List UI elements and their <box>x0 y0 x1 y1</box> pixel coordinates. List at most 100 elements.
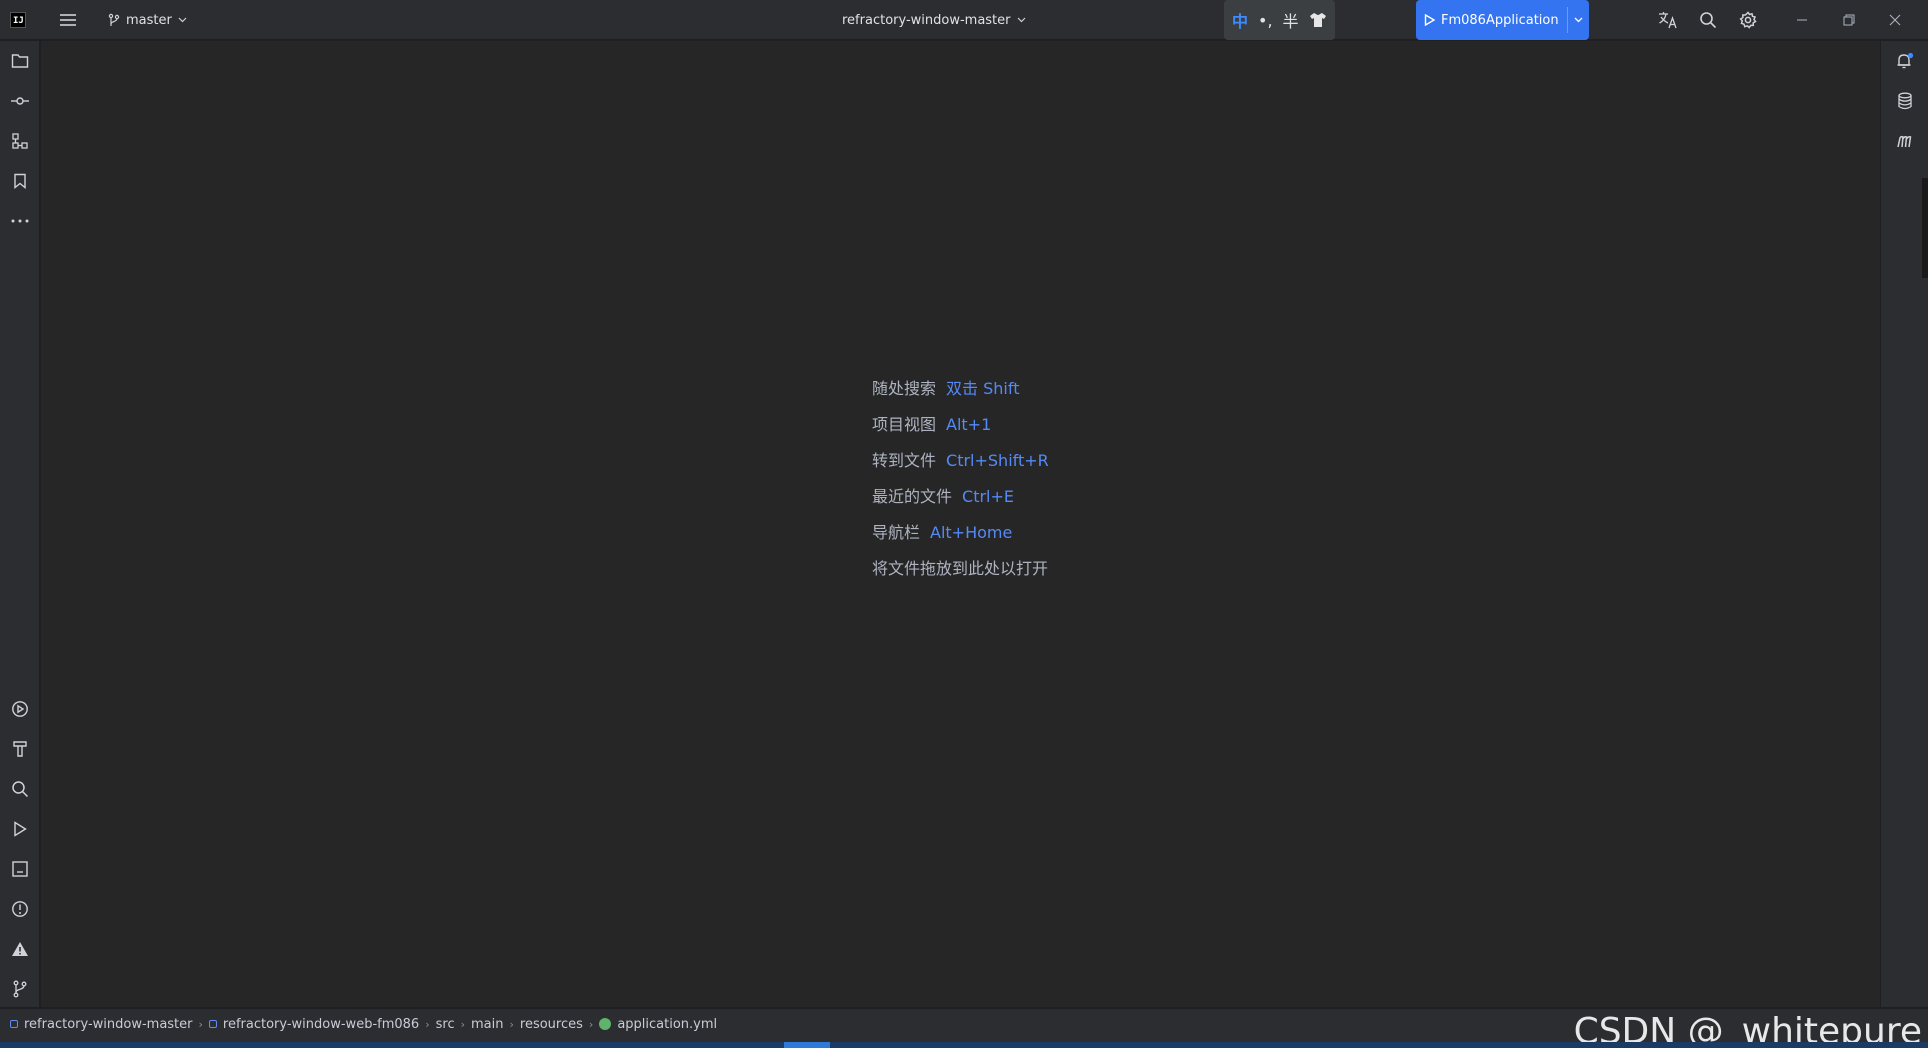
breadcrumb-item[interactable]: main <box>471 1017 503 1032</box>
project-tool-button[interactable] <box>6 47 34 75</box>
more-icon <box>11 219 29 223</box>
hint-label: 将文件拖放到此处以打开 <box>872 559 1049 578</box>
commit-icon <box>11 97 29 105</box>
problems-icon <box>12 901 28 917</box>
right-tool-strip <box>1880 41 1928 1007</box>
git-tool-button[interactable] <box>6 975 34 1003</box>
play-icon <box>1424 14 1435 26</box>
minimize-button[interactable] <box>1779 0 1825 40</box>
branch-name: master <box>126 12 172 28</box>
build-tool-button[interactable] <box>6 735 34 763</box>
taskbar-active-indicator <box>784 1042 830 1048</box>
hint-label: 随处搜索 <box>872 379 937 398</box>
ime-width[interactable]: 半 <box>1283 8 1299 32</box>
chevron-right-icon: › <box>588 1017 594 1031</box>
restore-button[interactable] <box>1826 0 1872 40</box>
git-icon <box>13 980 27 998</box>
module-icon <box>10 1020 18 1028</box>
maven-tool-button[interactable] <box>1891 127 1919 155</box>
hint-label: 导航栏 <box>872 523 921 542</box>
gear-icon <box>1739 11 1757 29</box>
find-icon <box>12 781 29 798</box>
more-tools-button[interactable] <box>6 207 34 235</box>
terminal-icon <box>12 861 28 877</box>
terminal-tool-button[interactable] <box>6 855 34 883</box>
notifications-icon <box>1897 52 1914 69</box>
project-selector[interactable]: refractory-window-master <box>842 0 1026 40</box>
breadcrumb-item[interactable]: refractory-window-web-fm086 <box>223 1017 419 1032</box>
problems-tool-button[interactable] <box>6 895 34 923</box>
database-tool-button[interactable] <box>1891 87 1919 115</box>
editor-empty-state[interactable]: 随处搜索 双击 Shift 项目视图 Alt+1 转到文件 Ctrl+Shift… <box>41 41 1880 1007</box>
settings-button[interactable] <box>1734 0 1762 40</box>
editor-scrollbar[interactable] <box>1922 178 1928 278</box>
hint-shortcut: Alt+Home <box>930 523 1013 542</box>
hint-label: 最近的文件 <box>872 487 953 506</box>
ime-mode[interactable]: 中 <box>1232 8 1248 32</box>
title-bar: IJ master refractory-window-master 中 •, … <box>0 0 1928 40</box>
search-everywhere-button[interactable] <box>1694 0 1722 40</box>
breadcrumb-item[interactable]: src <box>436 1017 455 1032</box>
chevron-right-icon: › <box>509 1017 514 1031</box>
run-tool-button[interactable] <box>6 815 34 843</box>
hint-label: 转到文件 <box>872 451 937 470</box>
chevron-right-icon: › <box>460 1017 465 1031</box>
chevron-right-icon: › <box>425 1017 430 1031</box>
breadcrumb-item[interactable]: resources <box>520 1017 583 1032</box>
ime-toolbar[interactable]: 中 •, 半 <box>1224 0 1335 40</box>
hamburger-icon <box>60 14 76 26</box>
translate-button[interactable] <box>1654 0 1682 40</box>
taskbar-strip <box>0 1042 1928 1048</box>
database-icon <box>1898 92 1912 110</box>
search-icon <box>1700 12 1717 29</box>
project-name: refractory-window-master <box>842 12 1011 28</box>
ime-punct[interactable]: •, <box>1258 11 1273 30</box>
chevron-down-icon <box>1017 17 1025 23</box>
hint-row: 将文件拖放到此处以打开 <box>872 551 1049 587</box>
minimize-icon <box>1797 19 1807 21</box>
run-config-group: Fm086Application <box>1416 0 1589 40</box>
hint-row: 随处搜索 双击 Shift <box>872 371 1049 407</box>
warnings-tool-button[interactable] <box>6 935 34 963</box>
build-icon <box>13 741 27 757</box>
find-tool-button[interactable] <box>6 775 34 803</box>
hint-row: 最近的文件 Ctrl+E <box>872 479 1049 515</box>
chevron-down-icon <box>178 17 187 23</box>
skin-icon <box>1309 13 1326 27</box>
commit-tool-button[interactable] <box>6 87 34 115</box>
breadcrumb: refractory-window-master › refractory-wi… <box>10 1009 717 1039</box>
run-config-dropdown[interactable] <box>1566 7 1589 33</box>
editor-hints: 随处搜索 双击 Shift 项目视图 Alt+1 转到文件 Ctrl+Shift… <box>872 371 1049 587</box>
hint-shortcut: Ctrl+E <box>962 487 1014 506</box>
module-icon <box>208 1020 217 1028</box>
hint-row: 项目视图 Alt+1 <box>872 407 1049 443</box>
hint-label: 项目视图 <box>872 415 937 434</box>
main-menu-button[interactable] <box>56 0 80 40</box>
hint-shortcut: Ctrl+Shift+R <box>946 451 1049 470</box>
structure-icon <box>12 133 28 149</box>
close-icon <box>1889 14 1901 26</box>
maven-icon <box>1897 135 1912 148</box>
project-icon <box>11 54 29 68</box>
close-button[interactable] <box>1872 0 1918 40</box>
services-tool-button[interactable] <box>6 695 34 723</box>
warning-icon <box>12 942 28 956</box>
ide-logo: IJ <box>10 0 30 40</box>
branch-icon <box>108 13 120 26</box>
run-config-button[interactable]: Fm086Application <box>1416 7 1567 33</box>
breadcrumb-item[interactable]: refractory-window-master <box>24 1017 193 1032</box>
bookmarks-tool-button[interactable] <box>6 167 34 195</box>
services-icon <box>12 701 28 717</box>
bookmarks-icon <box>14 173 26 189</box>
restore-icon <box>1843 14 1855 26</box>
hint-row: 导航栏 Alt+Home <box>872 515 1049 551</box>
notifications-tool-button[interactable] <box>1891 47 1919 75</box>
run-config-label: Fm086Application <box>1441 12 1559 28</box>
yaml-file-icon <box>599 1018 612 1030</box>
breadcrumb-item[interactable]: application.yml <box>617 1017 717 1032</box>
structure-tool-button[interactable] <box>6 127 34 155</box>
translate-icon <box>1659 12 1677 29</box>
hint-shortcut: Alt+1 <box>946 415 992 434</box>
branch-selector[interactable]: master <box>108 0 187 40</box>
run-icon <box>14 821 27 837</box>
